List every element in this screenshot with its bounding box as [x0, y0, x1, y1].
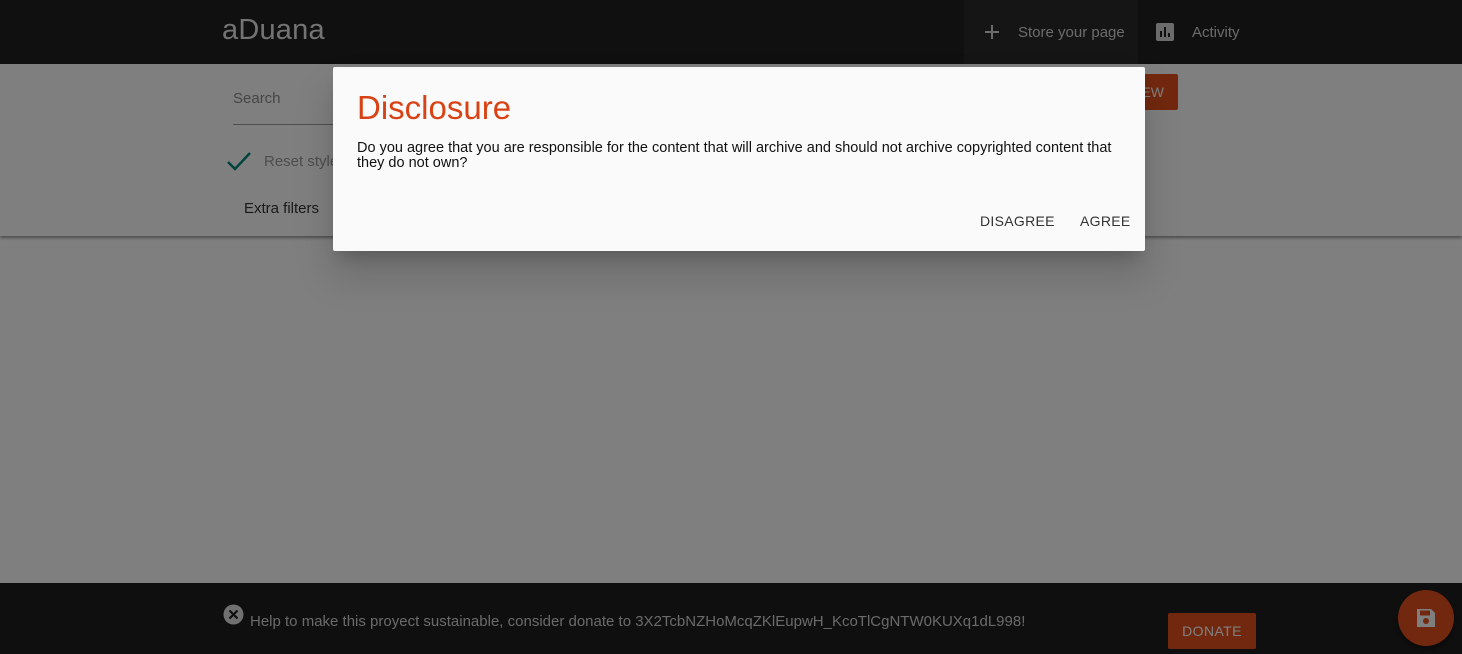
disagree-button[interactable]: Disagree	[980, 207, 1055, 235]
dialog-title: Disclosure	[357, 89, 512, 126]
disclosure-dialog: Disclosure Do you agree that you are res…	[333, 67, 1145, 251]
dialog-message: Do you agree that you are responsible fo…	[357, 140, 1112, 171]
agree-button[interactable]: Agree	[1080, 207, 1131, 235]
